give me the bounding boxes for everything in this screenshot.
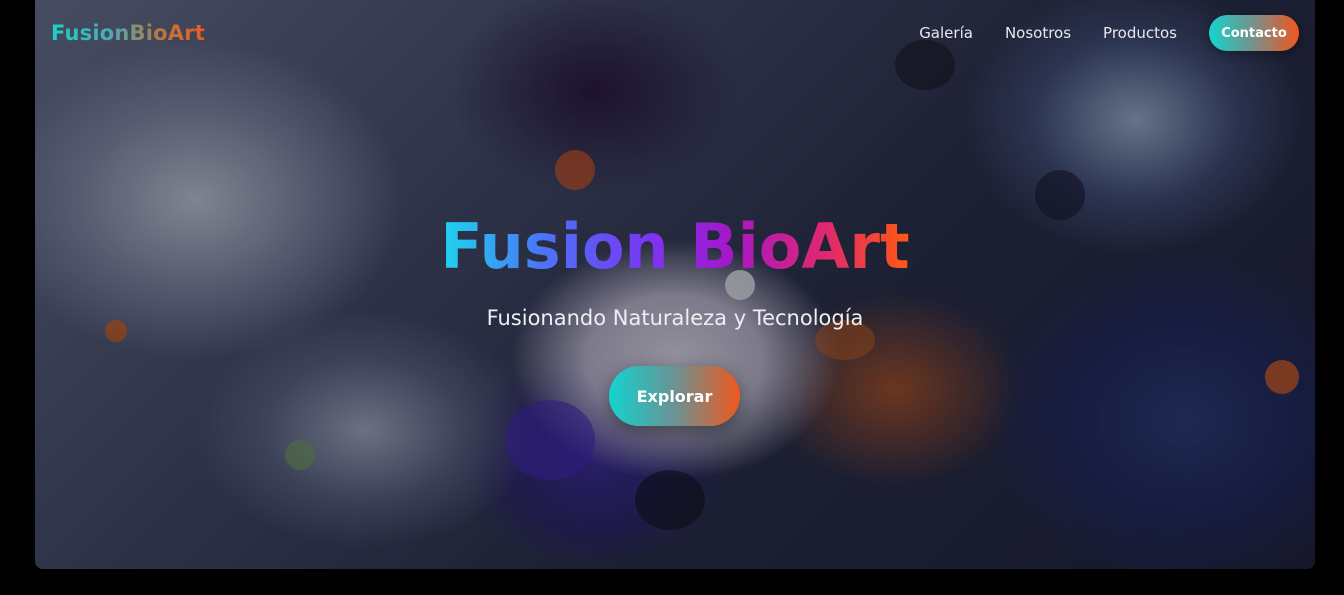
hero-content: Fusion BioArt Fusionando Naturaleza y Te… — [35, 0, 1315, 569]
hero-section: FusionBioArt Galería Nosotros Productos … — [35, 0, 1315, 569]
hero-subtitle: Fusionando Naturaleza y Tecnología — [486, 306, 864, 330]
hero-title-text: Fusion BioArt — [440, 210, 910, 283]
explore-button[interactable]: Explorar — [609, 366, 740, 426]
hero-title: Fusion BioArt — [35, 210, 1315, 283]
